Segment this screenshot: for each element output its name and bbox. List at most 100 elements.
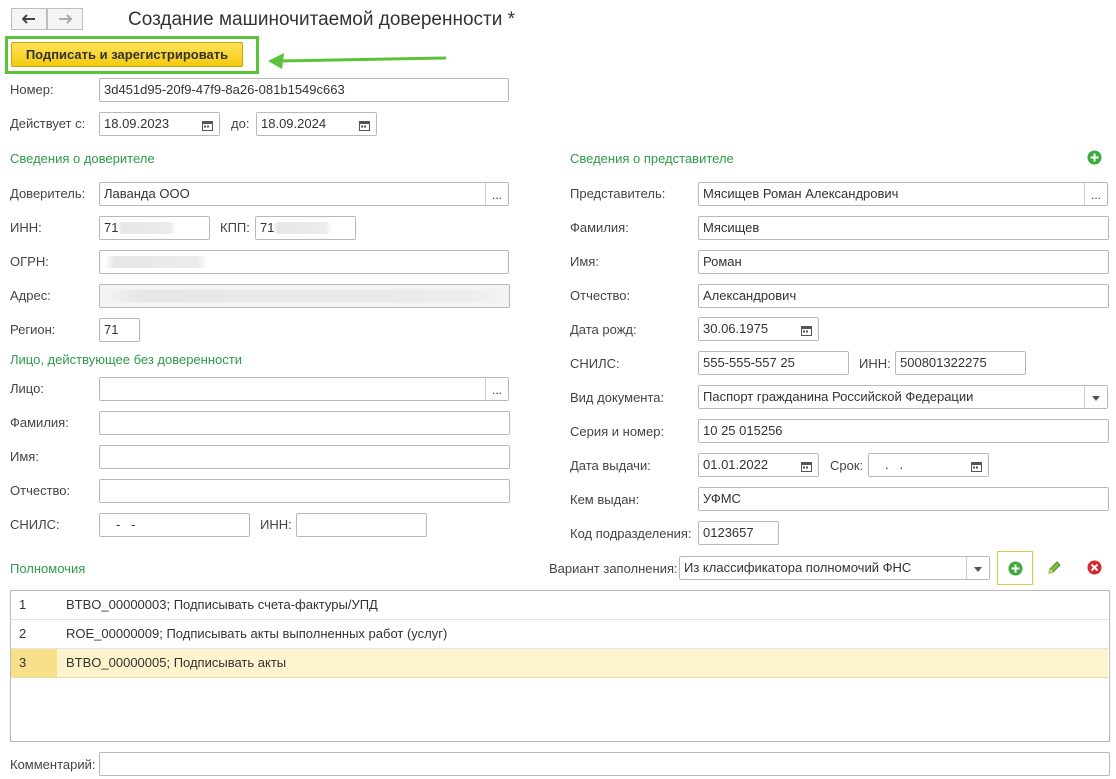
rep-issue-date-value: 01.01.2022 [703, 457, 769, 472]
rep-inn-field[interactable]: 500801322275 [895, 351, 1026, 375]
rep-issued-by-value: УФМС [703, 491, 741, 506]
rep-issue-date-field[interactable]: 01.01.2022 [698, 453, 819, 477]
acting-patronymic-field[interactable] [99, 479, 510, 503]
calendar-icon[interactable] [353, 113, 376, 135]
row-number: 1 [19, 597, 27, 612]
table-row[interactable]: 2 ROE_00000009; Подписывать акты выполне… [11, 620, 1108, 649]
calendar-icon[interactable] [196, 113, 219, 135]
rep-value: Мясищев Роман Александрович [703, 186, 899, 201]
select-button[interactable]: ... [485, 183, 508, 205]
principal-address-label: Адрес: [10, 288, 51, 303]
acting-name-field[interactable] [99, 445, 510, 469]
acting-snils-field[interactable]: - - [99, 513, 250, 537]
valid-to-field[interactable]: 18.09.2024 [256, 112, 377, 136]
forward-button[interactable] [47, 8, 83, 30]
edit-power-button[interactable] [1046, 560, 1062, 576]
principal-field[interactable]: Лаванда ООО ... [99, 182, 509, 206]
fill-variant-label: Вариант заполнения: [549, 561, 678, 576]
sign-and-register-label: Подписать и зарегистрировать [25, 47, 229, 62]
valid-from-field[interactable]: 18.09.2023 [99, 112, 220, 136]
rep-doc-type-select[interactable]: Паспорт гражданина Российской Федерации [698, 385, 1108, 409]
number-field[interactable]: 3d451d95-20f9-47f9-8a26-081b1549c663 [99, 78, 509, 102]
rep-series-field[interactable]: 10 25 015256 [698, 419, 1109, 443]
acting-patronymic-label: Отчество: [10, 483, 71, 498]
acting-surname-label: Фамилия: [10, 415, 69, 430]
rep-snils-value: 555-555-557 25 [703, 355, 795, 370]
select-button[interactable]: ... [485, 378, 508, 400]
principal-label: Доверитель: [10, 186, 86, 201]
rep-surname-field[interactable]: Мясищев [698, 216, 1109, 240]
rep-term-field[interactable]: . . [868, 453, 989, 477]
calendar-icon[interactable] [965, 454, 988, 476]
calendar-icon[interactable] [795, 318, 818, 340]
acting-inn-field[interactable] [296, 513, 427, 537]
redacted-blur [104, 256, 208, 268]
fill-variant-value: Из классификатора полномочий ФНС [684, 560, 912, 575]
acting-surname-field[interactable] [99, 411, 510, 435]
chevron-down-icon[interactable] [966, 557, 989, 579]
add-power-button[interactable] [997, 551, 1033, 585]
rep-issued-by-field[interactable]: УФМС [698, 487, 1109, 511]
plus-circle-icon [1087, 150, 1102, 165]
rep-birth-label: Дата рожд: [570, 322, 637, 337]
rep-issued-by-label: Кем выдан: [570, 492, 640, 507]
valid-to-value: 18.09.2024 [261, 116, 327, 131]
rep-surname-label: Фамилия: [570, 220, 629, 235]
row-text: BTBO_00000005; Подписывать акты [66, 655, 287, 670]
fill-variant-select[interactable]: Из классификатора полномочий ФНС [679, 556, 990, 580]
rep-snils-field[interactable]: 555-555-557 25 [698, 351, 849, 375]
rep-doc-type-label: Вид документа: [570, 390, 665, 405]
acting-person-field[interactable]: ... [99, 377, 509, 401]
acting-snils-value: - - [116, 517, 136, 532]
sign-and-register-button[interactable]: Подписать и зарегистрировать [11, 42, 243, 67]
back-button[interactable] [11, 8, 47, 30]
comment-field[interactable] [99, 752, 1110, 776]
delete-power-button[interactable] [1087, 560, 1102, 575]
rep-name-value: Роман [703, 254, 742, 269]
valid-from-label: Действует с: [10, 116, 86, 131]
principal-region-field[interactable]: 71 [99, 318, 140, 342]
principal-region-label: Регион: [10, 322, 56, 337]
delete-icon [1087, 560, 1102, 575]
page-title: Создание машиночитаемой доверенности * [128, 9, 516, 30]
acting-inn-label: ИНН: [260, 517, 292, 532]
principal-section-title: Сведения о доверителе [10, 151, 155, 166]
plus-circle-icon [1008, 561, 1022, 575]
rep-series-value: 10 25 015256 [703, 423, 783, 438]
pencil-icon [1048, 561, 1061, 574]
add-representative-button[interactable] [1087, 150, 1102, 165]
valid-to-label: до: [231, 116, 250, 131]
table-row[interactable]: 1 BTBO_00000003; Подписывать счета-факту… [11, 591, 1108, 620]
table-row-selected[interactable]: 3 BTBO_00000005; Подписывать акты [11, 649, 1108, 678]
rep-snils-label: СНИЛС: [570, 356, 620, 371]
principal-region-value: 71 [104, 322, 119, 337]
row-number: 3 [11, 649, 57, 677]
row-number: 2 [19, 626, 27, 641]
rep-label: Представитель: [570, 186, 666, 201]
rep-birth-field[interactable]: 30.06.1975 [698, 317, 819, 341]
acting-name-label: Имя: [10, 449, 39, 464]
principal-ogrn-label: ОГРН: [10, 254, 49, 269]
rep-surname-value: Мясищев [703, 220, 760, 235]
rep-dept-code-value: 0123657 [703, 525, 754, 540]
rep-patronymic-field[interactable]: Александрович [698, 284, 1109, 308]
acting-person-label: Лицо: [10, 381, 44, 396]
rep-name-label: Имя: [570, 254, 599, 269]
number-label: Номер: [10, 82, 54, 97]
rep-patronymic-label: Отчество: [570, 288, 631, 303]
arrow-left-icon [22, 14, 35, 24]
rep-dept-code-field[interactable]: 0123657 [698, 521, 779, 545]
rep-name-field[interactable]: Роман [698, 250, 1109, 274]
valid-from-value: 18.09.2023 [104, 116, 170, 131]
rep-field[interactable]: Мясищев Роман Александрович ... [698, 182, 1108, 206]
rep-series-label: Серия и номер: [570, 424, 665, 439]
chevron-down-icon[interactable] [1084, 386, 1107, 408]
rep-inn-value: 500801322275 [900, 355, 987, 370]
acting-person-section-title: Лицо, действующее без доверенности [10, 352, 242, 367]
pointer-arrow-icon [268, 53, 447, 69]
calendar-icon[interactable] [795, 454, 818, 476]
number-value: 3d451d95-20f9-47f9-8a26-081b1549c663 [104, 82, 345, 97]
row-text: BTBO_00000003; Подписывать счета-фактуры… [66, 597, 378, 612]
row-text: ROE_00000009; Подписывать акты выполненн… [66, 626, 448, 641]
select-button[interactable]: ... [1084, 183, 1107, 205]
